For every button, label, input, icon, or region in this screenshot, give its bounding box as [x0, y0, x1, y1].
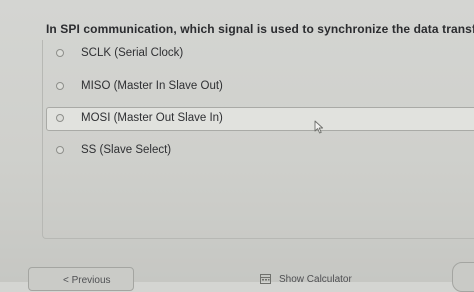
option-label-ss: SS (Slave Select): [81, 144, 172, 156]
calculator-icon[interactable]: [260, 274, 271, 284]
radio-ss[interactable]: [56, 146, 64, 154]
option-miso[interactable]: MISO (Master In Slave Out): [46, 75, 474, 99]
question-text: In SPI communication, which signal is us…: [46, 22, 474, 36]
next-button[interactable]: [452, 262, 474, 292]
radio-miso[interactable]: [56, 82, 64, 90]
option-label-sclk: SCLK (Serial Clock): [81, 47, 184, 59]
radio-sclk[interactable]: [56, 49, 64, 57]
previous-button[interactable]: < Previous: [28, 267, 134, 291]
option-sclk[interactable]: SCLK (Serial Clock): [46, 42, 474, 66]
show-calculator-link[interactable]: Show Calculator: [279, 274, 352, 285]
option-mosi[interactable]: MOSI (Master Out Slave In): [46, 107, 474, 131]
option-label-mosi: MOSI (Master Out Slave In): [81, 112, 223, 124]
radio-mosi[interactable]: [56, 114, 64, 122]
option-label-miso: MISO (Master In Slave Out): [81, 80, 223, 92]
previous-button-label: < Previous: [63, 275, 111, 286]
option-ss[interactable]: SS (Slave Select): [46, 139, 474, 163]
mouse-pointer-icon: [314, 120, 324, 134]
